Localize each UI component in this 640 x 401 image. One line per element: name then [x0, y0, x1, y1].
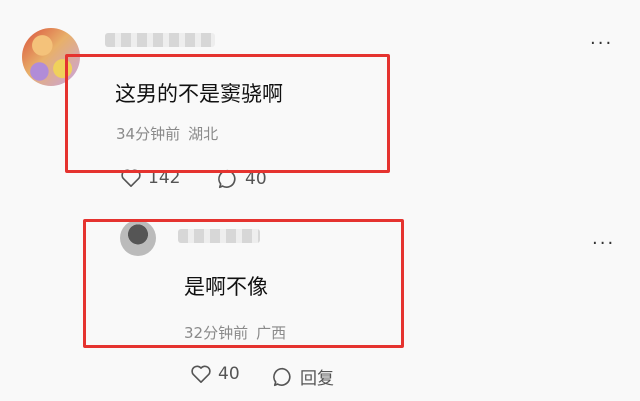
- highlight-box: [83, 219, 404, 348]
- username-blurred[interactable]: [105, 33, 215, 47]
- comment-bubble-icon: [273, 367, 291, 386]
- highlight-box: [65, 54, 390, 173]
- heart-icon: [191, 365, 211, 383]
- more-options-icon[interactable]: ···: [592, 233, 615, 254]
- like-button[interactable]: 40: [190, 364, 240, 384]
- like-count: 40: [218, 364, 240, 384]
- more-options-icon[interactable]: ···: [590, 33, 613, 54]
- reply-button[interactable]: 回复: [272, 364, 334, 389]
- reply-label: 回复: [300, 369, 334, 389]
